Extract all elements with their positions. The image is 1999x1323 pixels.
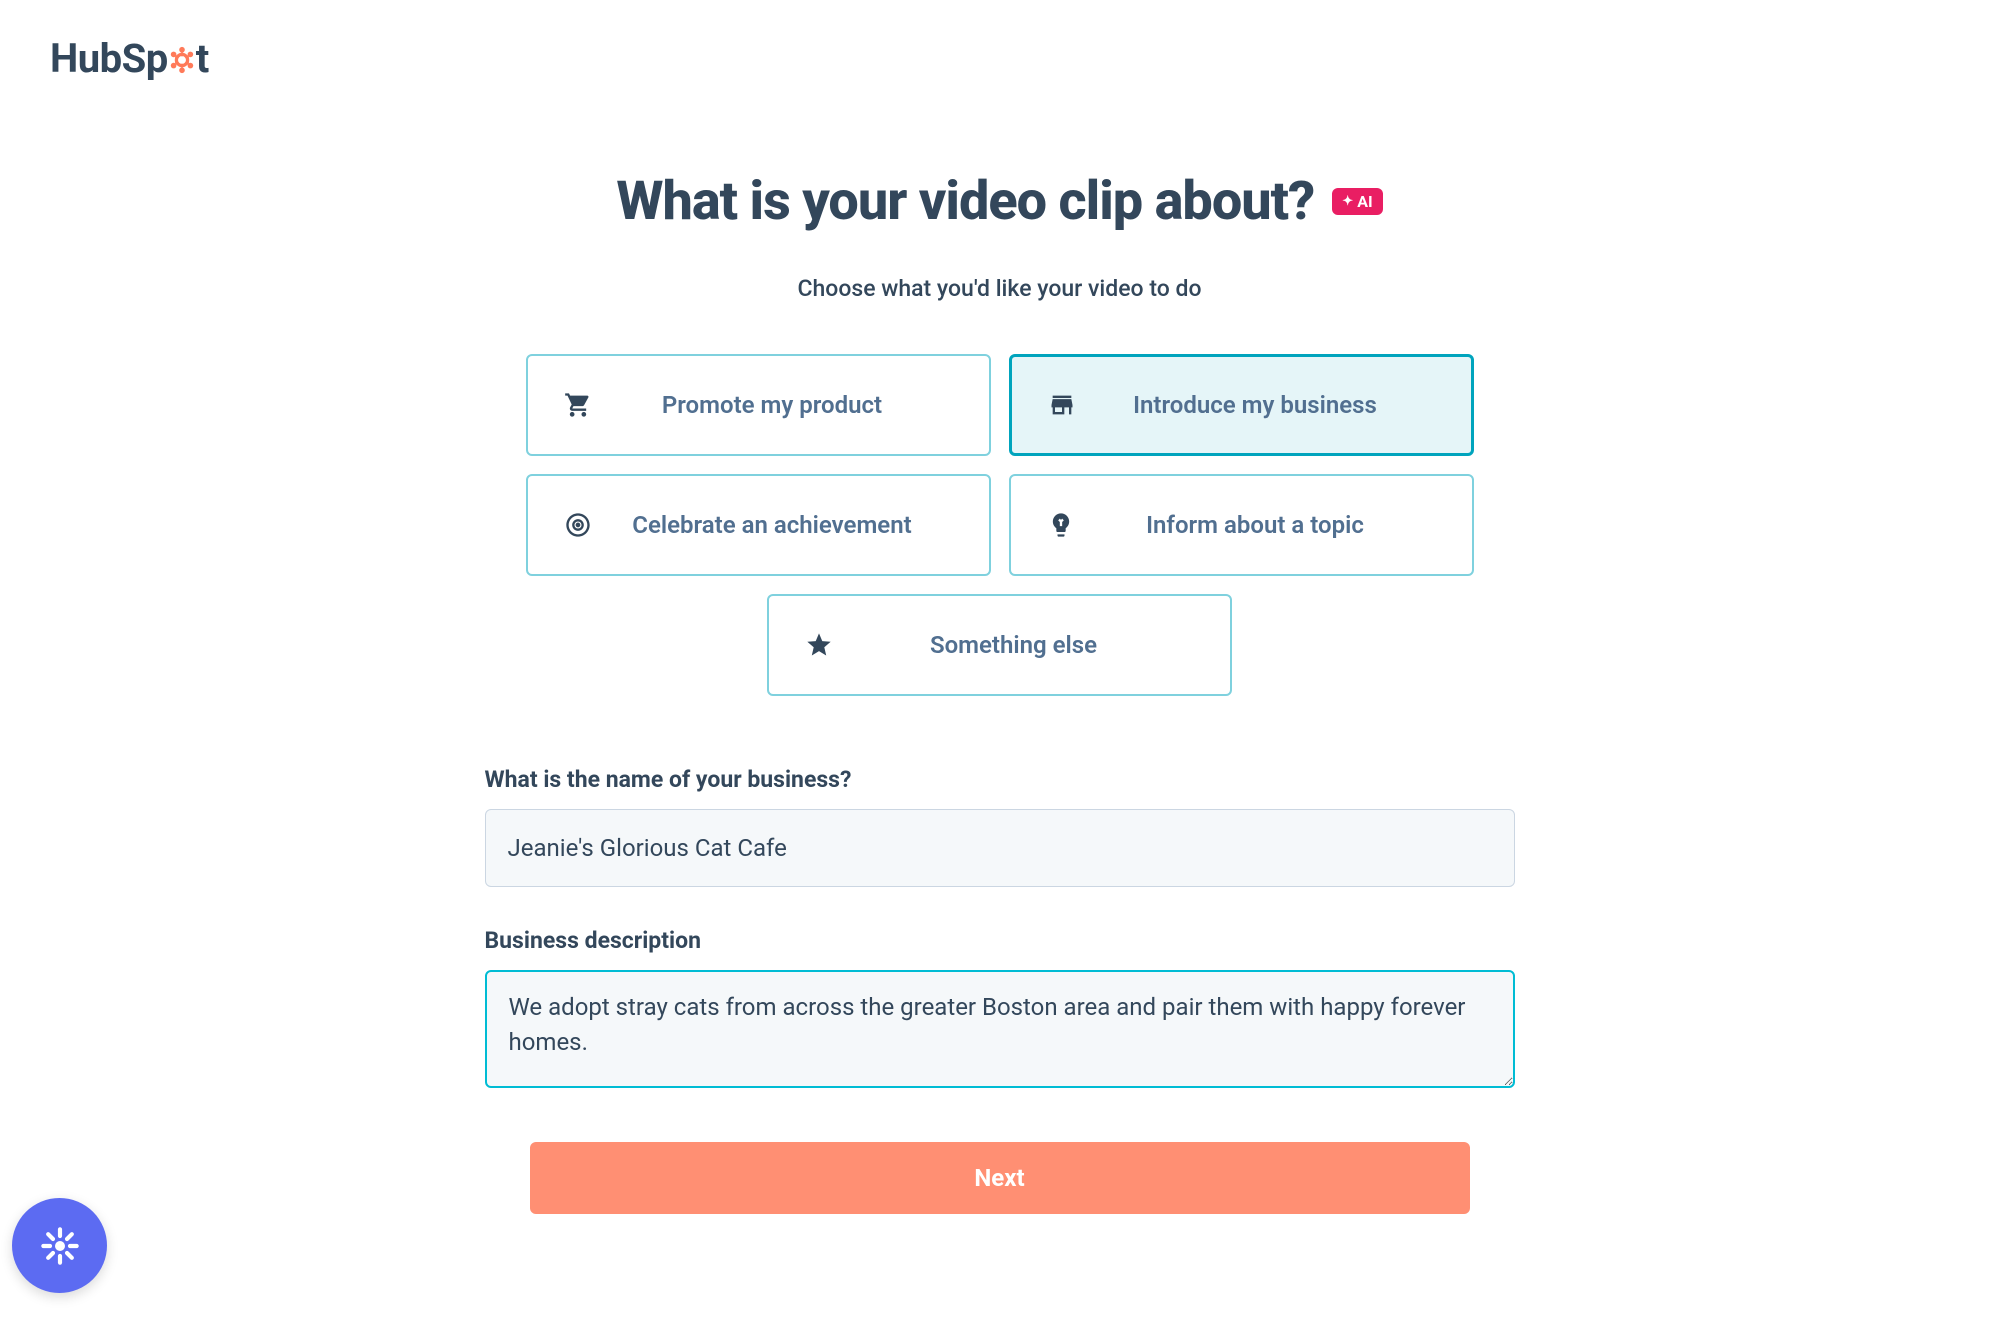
cart-icon <box>564 391 592 419</box>
burst-icon <box>40 1226 80 1266</box>
sprocket-icon <box>168 37 196 65</box>
option-promote-product[interactable]: Promote my product <box>526 354 991 456</box>
option-label: Inform about a topic <box>1075 511 1436 539</box>
option-label: Celebrate an achievement <box>592 511 953 539</box>
option-label: Something else <box>833 631 1194 659</box>
lightbulb-icon <box>1047 511 1075 539</box>
hubspot-logo: HubSpt <box>50 35 209 82</box>
business-description-label: Business description <box>485 927 1515 954</box>
next-button[interactable]: Next <box>530 1142 1470 1214</box>
option-label: Promote my product <box>592 391 953 419</box>
ai-badge: ✦ AI <box>1332 188 1382 215</box>
subtitle: Choose what you'd like your video to do <box>475 275 1525 302</box>
business-name-input[interactable] <box>485 809 1515 887</box>
option-celebrate-achievement[interactable]: Celebrate an achievement <box>526 474 991 576</box>
sparkle-icon: ✦ <box>1342 194 1353 209</box>
option-introduce-business[interactable]: Introduce my business <box>1009 354 1474 456</box>
option-label: Introduce my business <box>1076 391 1435 419</box>
options-grid: Promote my product Introduce my business… <box>510 354 1490 696</box>
title-row: What is your video clip about? ✦ AI <box>475 170 1525 233</box>
target-icon <box>564 511 592 539</box>
help-fab[interactable] <box>12 1198 107 1293</box>
option-inform-topic[interactable]: Inform about a topic <box>1009 474 1474 576</box>
store-icon <box>1048 391 1076 419</box>
page-title: What is your video clip about? <box>616 170 1314 233</box>
business-name-label: What is the name of your business? <box>485 766 1515 793</box>
option-something-else[interactable]: Something else <box>767 594 1232 696</box>
business-description-input[interactable] <box>485 970 1515 1088</box>
star-icon <box>805 631 833 659</box>
